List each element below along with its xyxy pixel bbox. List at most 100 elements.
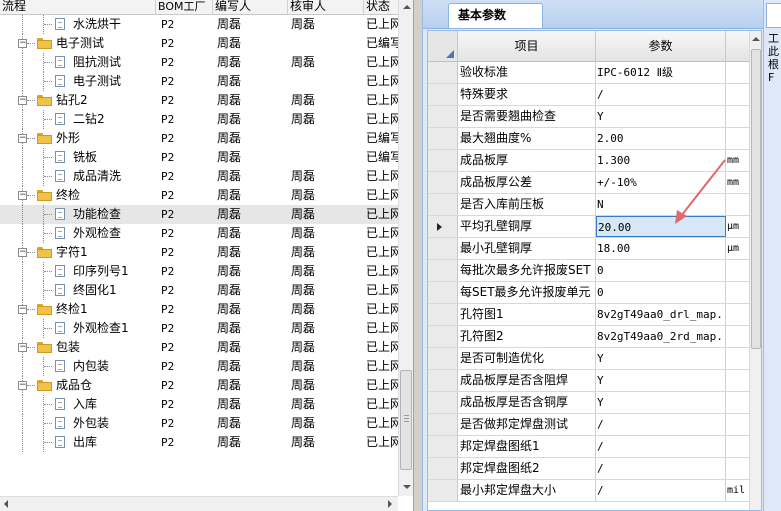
- tree-group-row[interactable]: − 外形 P2 周磊 已编写: [0, 129, 398, 148]
- param-row[interactable]: 最大翘曲度% 2.00: [428, 128, 749, 150]
- row-indicator[interactable]: [428, 216, 458, 237]
- collapse-icon[interactable]: −: [18, 191, 27, 200]
- tree-row[interactable]: 电子测试 P2 周磊 已上网: [0, 72, 398, 91]
- tree-row[interactable]: 阻抗测试 P2 周磊 周磊 已上网: [0, 53, 398, 72]
- row-indicator[interactable]: [428, 414, 458, 435]
- row-indicator[interactable]: [428, 172, 458, 193]
- scroll-down-icon[interactable]: [403, 485, 411, 489]
- scroll-left-icon[interactable]: [4, 500, 8, 508]
- param-row[interactable]: 是否做邦定焊盘测试 /: [428, 414, 749, 436]
- param-row[interactable]: 每SET最多允许报废单元 0: [428, 282, 749, 304]
- row-indicator[interactable]: [428, 370, 458, 391]
- row-indicator[interactable]: [428, 84, 458, 105]
- param-row[interactable]: 是否需要翘曲检查 Y: [428, 106, 749, 128]
- tree-row[interactable]: 入库 P2 周磊 周磊 已上网: [0, 395, 398, 414]
- tree-row[interactable]: 功能检查 P2 周磊 周磊 已上网: [0, 205, 398, 224]
- tree-row[interactable]: 印序列号1 P2 周磊 周磊 已上网: [0, 262, 398, 281]
- row-indicator[interactable]: [428, 480, 458, 501]
- param-value[interactable]: 2.00: [596, 128, 726, 149]
- param-value[interactable]: 8v2gT49aa0_2rd_map...: [596, 326, 726, 347]
- param-value[interactable]: /: [596, 414, 726, 435]
- param-value[interactable]: /: [596, 480, 726, 501]
- param-value[interactable]: /: [596, 84, 726, 105]
- collapse-icon[interactable]: −: [18, 96, 27, 105]
- tree-group-row[interactable]: − 包装 P2 周磊 周磊 已上网: [0, 338, 398, 357]
- col-header-reviewer[interactable]: 核审人: [288, 0, 364, 14]
- param-vertical-scrollbar[interactable]: [749, 31, 761, 510]
- param-row[interactable]: 验收标准 IPC-6012 Ⅱ级: [428, 62, 749, 84]
- row-indicator[interactable]: [428, 304, 458, 325]
- col-header-bom[interactable]: BOM工厂: [156, 0, 213, 14]
- param-value[interactable]: Y: [596, 348, 726, 369]
- row-indicator[interactable]: [428, 128, 458, 149]
- param-value[interactable]: 8v2gT49aa0_drl_map...: [596, 304, 726, 325]
- collapse-icon[interactable]: −: [18, 134, 27, 143]
- row-indicator[interactable]: [428, 282, 458, 303]
- param-row[interactable]: 每批次最多允许报废SET 0: [428, 260, 749, 282]
- row-indicator[interactable]: [428, 194, 458, 215]
- row-indicator[interactable]: [428, 458, 458, 479]
- param-row[interactable]: 孔符图2 8v2gT49aa0_2rd_map...: [428, 326, 749, 348]
- param-row[interactable]: 成品板厚是否含阻焊 Y: [428, 370, 749, 392]
- tab-basic-params[interactable]: 基本参数: [448, 3, 543, 28]
- row-indicator[interactable]: [428, 260, 458, 281]
- scroll-up-icon[interactable]: [403, 5, 411, 9]
- param-value[interactable]: /: [596, 458, 726, 479]
- param-value[interactable]: 0: [596, 260, 726, 281]
- collapse-icon[interactable]: −: [18, 305, 27, 314]
- tree-row[interactable]: 二钻2 P2 周磊 周磊 已上网: [0, 110, 398, 129]
- tree-group-row[interactable]: − 终检1 P2 周磊 周磊 已上网: [0, 300, 398, 319]
- tree-vertical-scrollbar[interactable]: [398, 0, 413, 496]
- row-indicator[interactable]: [428, 436, 458, 457]
- tree-row[interactable]: 铣板 P2 周磊 已编写: [0, 148, 398, 167]
- tree-group-row[interactable]: − 终检 P2 周磊 周磊 已上网: [0, 186, 398, 205]
- tree-scroll-thumb[interactable]: [400, 370, 412, 470]
- side-tab[interactable]: [766, 3, 781, 28]
- tree-row[interactable]: 内包装 P2 周磊 周磊 已上网: [0, 357, 398, 376]
- param-row[interactable]: 最小邦定焊盘大小 / mil: [428, 480, 749, 502]
- param-value[interactable]: Y: [596, 392, 726, 413]
- row-indicator[interactable]: [428, 348, 458, 369]
- col-header-process[interactable]: 流程: [0, 0, 156, 14]
- param-row[interactable]: 最小孔壁铜厚 18.00 μm: [428, 238, 749, 260]
- tree-horizontal-scrollbar[interactable]: [0, 496, 398, 511]
- param-row[interactable]: 成品板厚是否含铜厚 Y: [428, 392, 749, 414]
- col-header-status[interactable]: 状态: [364, 0, 398, 14]
- param-value[interactable]: Y: [596, 106, 726, 127]
- row-indicator[interactable]: [428, 62, 458, 83]
- row-indicator[interactable]: [428, 238, 458, 259]
- param-value[interactable]: /: [596, 436, 726, 457]
- scroll-right-icon[interactable]: [388, 500, 392, 508]
- tree-row[interactable]: 出库 P2 周磊 周磊 已上网: [0, 433, 398, 452]
- row-indicator[interactable]: [428, 392, 458, 413]
- collapse-icon[interactable]: −: [18, 248, 27, 257]
- col-header-param[interactable]: 参数: [596, 31, 726, 61]
- param-row[interactable]: 是否可制造优化 Y: [428, 348, 749, 370]
- tree-row[interactable]: 外包装 P2 周磊 周磊 已上网: [0, 414, 398, 433]
- scroll-up-icon[interactable]: [752, 37, 760, 41]
- tree-group-row[interactable]: − 字符1 P2 周磊 周磊 已上网: [0, 243, 398, 262]
- param-value[interactable]: 18.00: [596, 238, 726, 259]
- tree-row[interactable]: 成品清洗 P2 周磊 周磊 已上网: [0, 167, 398, 186]
- param-row[interactable]: 特殊要求 /: [428, 84, 749, 106]
- row-indicator[interactable]: [428, 106, 458, 127]
- param-row[interactable]: 邦定焊盘图纸2/: [428, 458, 749, 480]
- tree-row[interactable]: 外观检查1 P2 周磊 周磊 已上网: [0, 319, 398, 338]
- collapse-icon[interactable]: −: [18, 39, 27, 48]
- param-row[interactable]: 邦定焊盘图纸1/: [428, 436, 749, 458]
- row-indicator[interactable]: [428, 150, 458, 171]
- param-value[interactable]: Y: [596, 370, 726, 391]
- tree-row[interactable]: 终固化1 P2 周磊 周磊 已上网: [0, 281, 398, 300]
- col-header-writer[interactable]: 编写人: [213, 0, 288, 14]
- tree-group-row[interactable]: − 成品仓 P2 周磊 周磊 已上网: [0, 376, 398, 395]
- tree-row[interactable]: 水洗烘干 P2 周磊 周磊 已上网: [0, 15, 398, 34]
- param-value[interactable]: IPC-6012 Ⅱ级: [596, 62, 726, 83]
- param-row[interactable]: 孔符图1 8v2gT49aa0_drl_map...: [428, 304, 749, 326]
- collapse-icon[interactable]: −: [18, 343, 27, 352]
- row-indicator[interactable]: [428, 326, 458, 347]
- tree-group-row[interactable]: − 钻孔2 P2 周磊 周磊 已上网: [0, 91, 398, 110]
- collapse-icon[interactable]: −: [18, 381, 27, 390]
- param-value[interactable]: 0: [596, 282, 726, 303]
- param-scroll-thumb[interactable]: [751, 49, 761, 349]
- col-header-item[interactable]: 项目: [458, 31, 596, 61]
